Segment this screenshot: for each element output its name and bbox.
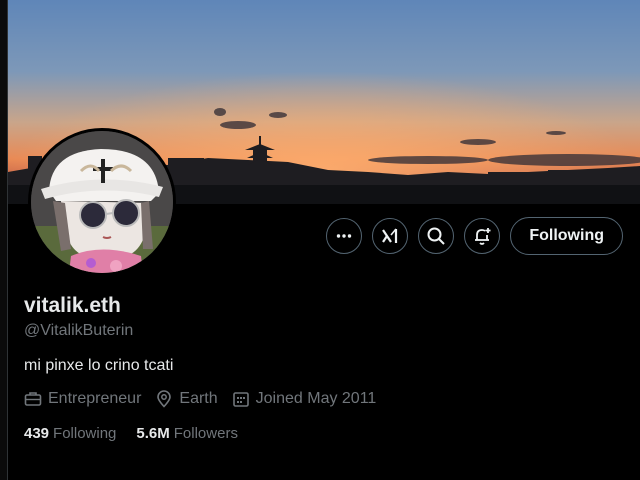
avatar-cartoon-image (31, 131, 173, 273)
followers-link[interactable]: 5.6M Followers (136, 425, 238, 442)
following-label: Following (53, 425, 117, 442)
following-count: 439 (24, 425, 50, 442)
user-handle: @VitalikButerin (24, 322, 134, 339)
profile-stats: 439 Following 5.6M Followers (24, 425, 258, 442)
location-item: Earth (155, 390, 218, 408)
profile-bio: mi pinxe lo crino tcati (24, 357, 174, 374)
more-horizontal-icon (337, 234, 352, 238)
grok-button[interactable] (372, 218, 409, 254)
joined-item: Joined May 2011 (232, 390, 377, 408)
profile-avatar[interactable] (28, 128, 176, 276)
profile-meta: Entrepreneur Earth Joined May 2011 (24, 390, 390, 408)
calendar-icon (232, 392, 249, 407)
bell-plus-icon (475, 228, 491, 245)
search-icon (427, 227, 446, 245)
left-sidebar-edge (0, 0, 8, 480)
display-name: vitalik.eth (24, 294, 121, 317)
more-button[interactable] (326, 218, 363, 254)
location-text: Earth (179, 390, 218, 407)
profile-actions: Following (326, 217, 623, 255)
followers-count: 5.6M (136, 425, 170, 442)
briefcase-icon (24, 392, 42, 406)
grok-icon (382, 228, 398, 243)
profession-item: Entrepreneur (24, 390, 141, 408)
profession-text: Entrepreneur (48, 390, 142, 407)
followers-label: Followers (173, 425, 238, 442)
following-link[interactable]: 439 Following (24, 425, 116, 442)
location-pin-icon (157, 390, 172, 408)
following-button[interactable]: Following (510, 217, 623, 255)
joined-text: Joined May 2011 (255, 390, 377, 407)
search-button[interactable] (418, 218, 455, 254)
notifications-button[interactable] (464, 218, 501, 254)
